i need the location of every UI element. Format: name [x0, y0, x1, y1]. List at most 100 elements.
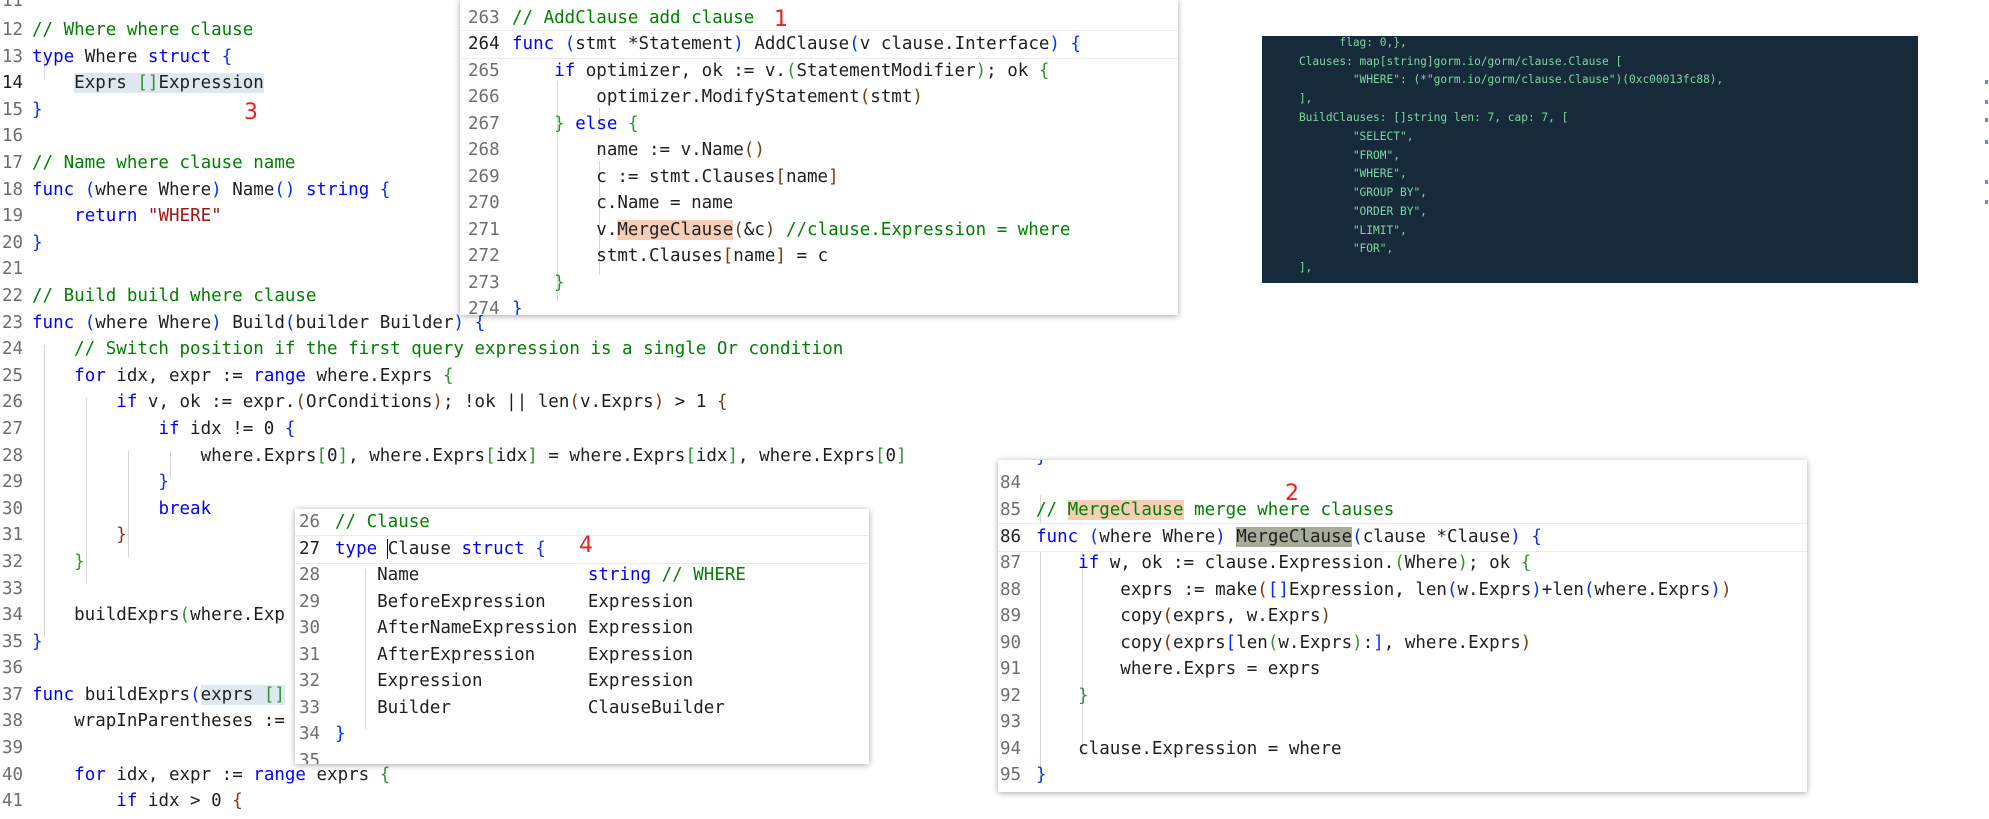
line-number: 90 [1000, 633, 1022, 653]
code-text: } [335, 724, 346, 744]
line-number: 22 [2, 286, 24, 306]
code-line: 26 // Clause [295, 509, 430, 536]
line-number: 274 [468, 299, 500, 315]
code-line: 94 clause.Expression = where [998, 736, 1342, 763]
line-number: 263 [468, 8, 500, 28]
line-number: 41 [2, 791, 24, 811]
debug-line: BuildClauses: []string len: 7, cap: 7, [ [1272, 111, 1569, 124]
code-text: for idx, expr := range where.Exprs { [74, 366, 454, 386]
code-line-current: 86 func (where Where) MergeClause(clause … [998, 523, 1807, 552]
line-number: 20 [2, 233, 24, 253]
code-line: 32 Expression Expression [295, 668, 693, 695]
code-line: 274} [460, 296, 523, 315]
code-line: 33 [0, 576, 32, 603]
line-number: 88 [1000, 580, 1022, 600]
line-number: 265 [468, 61, 500, 81]
code-line: 26 if v, ok := expr.(OrConditions); !ok … [0, 389, 727, 416]
mergeclause-code-panel[interactable]: } 84 85 // MergeClause merge where clause… [998, 460, 1807, 792]
code-line: 34} [295, 721, 346, 748]
line-number: 268 [468, 140, 500, 160]
annotation-2: 2 [1285, 481, 1299, 506]
code-line: 40 for idx, expr := range exprs { [0, 762, 390, 789]
code-text: // Clause [335, 512, 430, 532]
line-number: 33 [2, 579, 24, 599]
code-text: where.Exprs[0], where.Exprs[idx] = where… [32, 446, 907, 466]
line-number: 27 [2, 419, 24, 439]
code-text: } [32, 552, 85, 572]
code-line: 25 for idx, expr := range where.Exprs { [0, 363, 453, 390]
debug-line: "ORDER BY", [1272, 205, 1427, 218]
code-line: 38 wrapInParentheses := [0, 708, 285, 735]
code-text: // Name where clause name [32, 153, 296, 173]
code-text: // Where where clause [32, 20, 254, 40]
code-line: 17 // Name where clause name [0, 150, 295, 177]
addclause-code-panel[interactable]: 263 // AddClause add clause 264 func (stmt… [460, 0, 1178, 315]
code-text: // Build build where clause [32, 286, 317, 306]
code-line: 22 // Build build where clause [0, 283, 316, 310]
code-text: AfterNameExpression Expression [335, 618, 694, 638]
line-number: 37 [2, 685, 24, 705]
code-text: } [512, 299, 523, 315]
code-text: } [1036, 460, 1047, 471]
code-text: v.MergeClause(&c) //clause.Expression = … [512, 220, 1071, 240]
code-line: 29 BeforeExpression Expression [295, 589, 693, 616]
code-line: 263 // AddClause add clause [460, 5, 754, 32]
code-text: type Where struct { [32, 47, 233, 67]
scroll-marker [1985, 118, 1988, 122]
line-number: 30 [299, 618, 321, 638]
code-line: 13 type Where struct { [0, 44, 232, 71]
code-line: 19 return "WHERE" [0, 203, 222, 230]
line-number: 28 [2, 446, 24, 466]
code-text: buildExprs(where.Exp [32, 605, 285, 625]
line-number: 84 [1000, 473, 1022, 493]
code-text: optimizer.ModifyStatement(stmt) [512, 87, 923, 107]
code-text: if idx > 0 { [116, 791, 243, 811]
code-text: // Switch position if the first query ex… [32, 339, 844, 359]
code-line: 85 // MergeClause merge where clauses [998, 497, 1394, 524]
code-text: Name string // WHERE [335, 565, 746, 585]
code-text: wrapInParentheses := [32, 711, 285, 731]
line-number: 17 [2, 153, 24, 173]
code-text: } [32, 472, 169, 492]
line-number: 85 [1000, 500, 1022, 520]
code-line: 21 [0, 256, 32, 283]
code-line: 84 [998, 470, 1036, 497]
annotation-4: 4 [579, 533, 593, 558]
code-text: copy(exprs[len(w.Exprs):], where.Exprs) [1036, 633, 1532, 653]
line-number: 30 [2, 499, 24, 519]
code-text: func buildExprs(exprs [] [32, 685, 285, 705]
code-text: Builder ClauseBuilder [335, 698, 725, 718]
debug-line: Clauses: map[string]gorm.io/gorm/clause.… [1272, 55, 1623, 68]
code-line: 93 [998, 709, 1036, 736]
code-line: 88 exprs := make([]Expression, len(w.Exp… [998, 577, 1732, 604]
code-line: 90 copy(exprs[len(w.Exprs):], where.Expr… [998, 630, 1531, 657]
code-line: 273 } [460, 270, 565, 297]
code-line: 15} [0, 97, 43, 124]
line-number: 19 [2, 206, 24, 226]
code-text: type Clause struct { [335, 539, 546, 559]
code-text: // MergeClause merge where clauses [1036, 500, 1395, 520]
line-number: 273 [468, 273, 500, 293]
code-line: 24 // Switch position if the first query… [0, 336, 843, 363]
line-number: 27 [299, 539, 321, 559]
code-text: name := v.Name() [512, 140, 765, 160]
code-text: AfterExpression Expression [335, 645, 694, 665]
line-number: 18 [2, 180, 24, 200]
line-number: 32 [299, 671, 321, 691]
debug-line: "WHERE", [1272, 167, 1407, 180]
line-number: 23 [2, 313, 24, 333]
code-text: c.Name = name [512, 193, 734, 213]
code-text: where.Exprs = exprs [1036, 659, 1321, 679]
code-line: 265 if optimizer, ok := v.(StatementModi… [460, 58, 1049, 85]
line-number: 11 [2, 0, 24, 11]
scrollbar-markers[interactable] [1985, 80, 1988, 220]
line-number: 270 [468, 193, 500, 213]
code-text: } [512, 273, 565, 293]
line-number: 264 [468, 34, 500, 54]
code-text: if optimizer, ok := v.(StatementModifier… [554, 61, 1050, 81]
code-line: 95} [998, 762, 1047, 789]
code-line: 20} [0, 230, 43, 257]
debug-line: ], [1272, 92, 1313, 105]
code-text: func (stmt *Statement) AddClause(v claus… [512, 34, 1082, 54]
code-text: } [32, 100, 43, 120]
